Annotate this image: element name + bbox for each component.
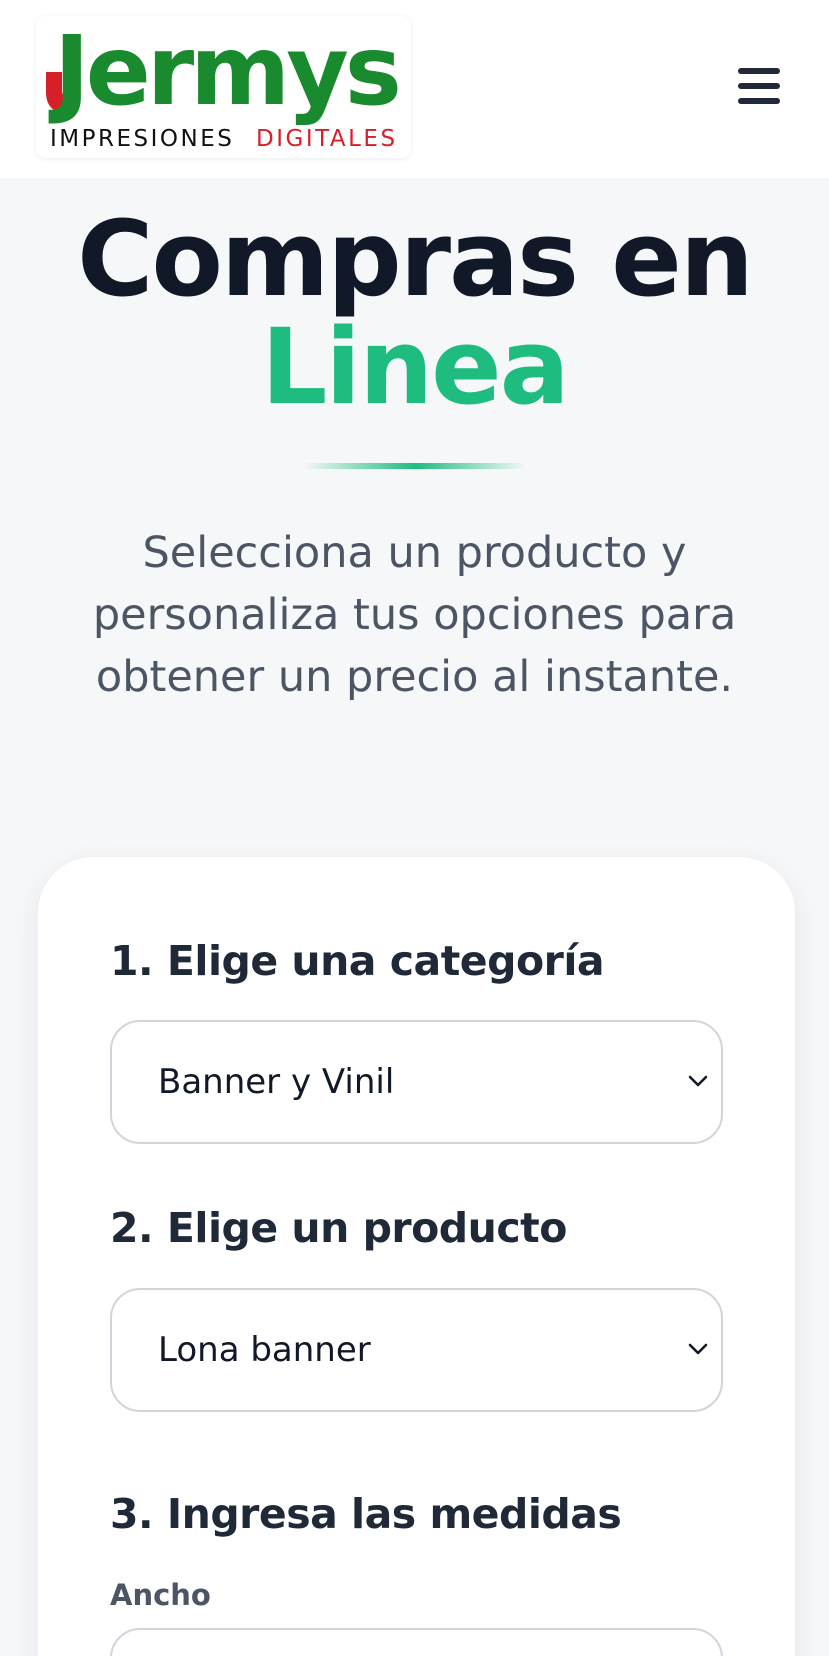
page-title-line2: Linea — [261, 306, 570, 428]
hamburger-menu-icon[interactable] — [738, 68, 780, 104]
title-divider — [304, 463, 526, 469]
site-header: Jermys IMPRESIONES DIGITALES — [0, 0, 829, 178]
page-title-line1: Compras en — [77, 198, 754, 320]
category-select-value: Banner y Vinil — [158, 1062, 395, 1102]
step3-title: 3. Ingresa las medidas — [110, 1490, 622, 1538]
product-select-value: Lona banner — [158, 1330, 371, 1370]
width-label: Ancho — [110, 1578, 211, 1612]
step1-title: 1. Elige una categoría — [110, 937, 605, 985]
step2-title: 2. Elige un producto — [110, 1204, 567, 1252]
category-select[interactable]: Banner y Vinil — [110, 1020, 723, 1144]
page-subtitle: Selecciona un producto y personaliza tus… — [92, 528, 737, 702]
chevron-down-icon — [688, 1343, 708, 1355]
logo-tagline-1: IMPRESIONES — [50, 126, 234, 152]
chevron-down-icon — [688, 1075, 708, 1087]
brand-logo: Jermys IMPRESIONES DIGITALES — [46, 16, 402, 152]
logo-brand-text: Jermys — [48, 16, 398, 127]
page-title: Compras en Linea — [0, 205, 829, 421]
width-input[interactable] — [110, 1628, 723, 1656]
logo-tagline-2: DIGITALES — [256, 126, 398, 152]
brand-logo-link[interactable]: Jermys IMPRESIONES DIGITALES — [36, 16, 411, 158]
product-select[interactable]: Lona banner — [110, 1288, 723, 1412]
